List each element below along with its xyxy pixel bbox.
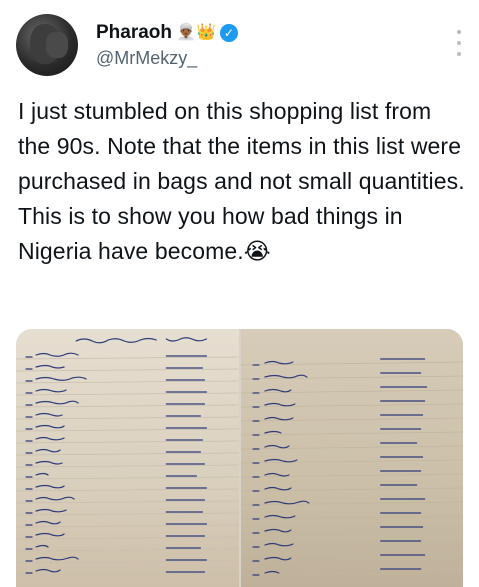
author-names: Pharaoh 👳🏾‍♂️👑 ✓ @MrMekzy_ [96,20,238,69]
handwritten-list-left [16,337,239,576]
handwritten-list-right [240,358,463,576]
tweet-media[interactable] [16,329,463,587]
tweet-text: I just stumbled on this shopping list fr… [18,94,466,269]
avatar[interactable] [16,14,78,76]
more-options-icon[interactable] [455,30,463,56]
tweet-header: Pharaoh 👳🏾‍♂️👑 ✓ @MrMekzy_ [16,14,463,80]
user-handle[interactable]: @MrMekzy_ [96,48,238,69]
verified-badge-icon: ✓ [219,24,238,42]
shopping-list-photo-left[interactable] [16,329,239,587]
crying-emoji: 😭 [243,238,271,264]
tweet-body: I just stumbled on this shopping list fr… [18,98,465,264]
shopping-list-photo-right[interactable] [240,329,463,587]
name-emojis: 👳🏾‍♂️👑 [176,24,216,41]
display-name[interactable]: Pharaoh [96,22,172,44]
